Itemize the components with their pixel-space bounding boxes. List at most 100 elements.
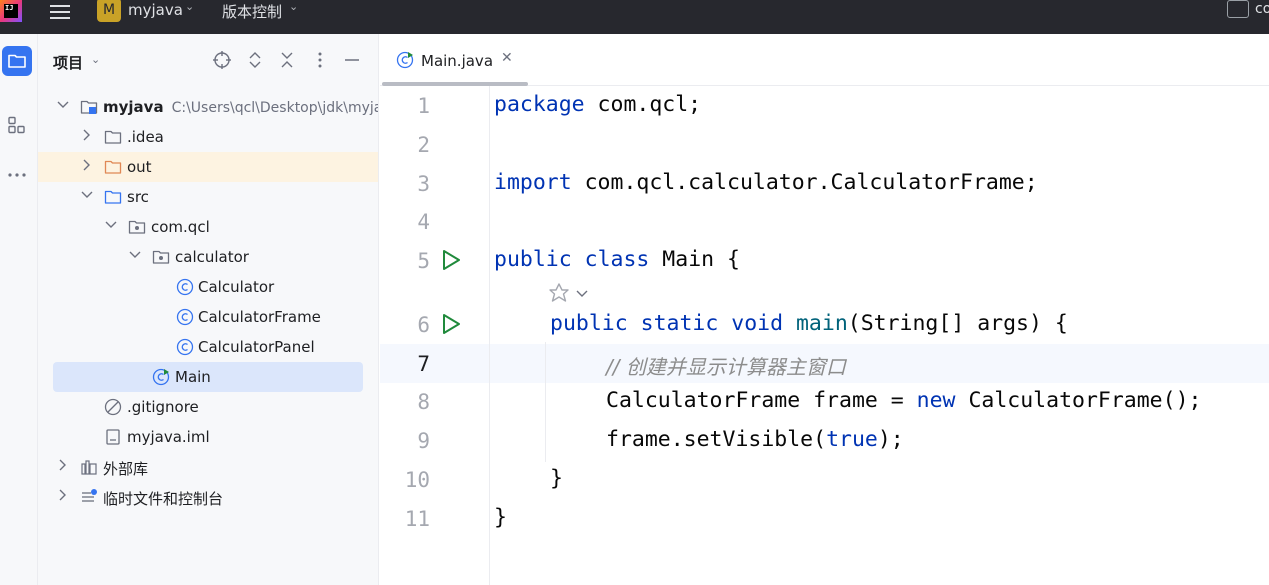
excluded-folder-icon xyxy=(104,160,122,174)
tree-item-myjava[interactable]: myjava C:\Users\qcl\Desktop\jdk\myjava xyxy=(38,92,379,122)
line-number[interactable]: 11 xyxy=(380,507,430,531)
tree-item-main-class[interactable]: Main xyxy=(38,362,378,392)
main-menu-icon[interactable] xyxy=(50,1,72,21)
tree-item-label: myjava.iml xyxy=(127,428,210,446)
ai-assistant-inlay-icon[interactable] xyxy=(548,282,594,306)
project-badge[interactable]: M xyxy=(97,0,121,22)
code-line-9[interactable]: frame.setVisible(true); xyxy=(606,427,904,452)
line-number[interactable]: 10 xyxy=(380,468,430,492)
window-icon[interactable] xyxy=(1227,0,1249,18)
source-folder-icon xyxy=(104,190,122,204)
chevron-down-icon[interactable]: ⌄ xyxy=(185,0,194,13)
gutter-separator xyxy=(489,86,490,585)
chevron-right-icon[interactable] xyxy=(56,458,70,472)
folder-icon xyxy=(8,54,26,68)
tree-item-label: 临时文件和控制台 xyxy=(103,490,224,508)
project-panel: 项目 ⌄ myjava C:\Users\qcl\Desktop\jdk\myj… xyxy=(38,34,379,585)
more-tools-button[interactable] xyxy=(2,160,32,190)
vcs-dropdown[interactable]: 版本控制 xyxy=(222,1,282,22)
package-icon xyxy=(152,250,170,264)
tab-main-java[interactable]: Main.java ✕ xyxy=(380,34,528,86)
intellij-logo-icon[interactable]: IJ xyxy=(0,0,22,22)
project-tool-button[interactable] xyxy=(2,46,32,76)
line-number[interactable]: 3 xyxy=(380,172,430,196)
tree-item-label: src xyxy=(127,188,149,206)
line-number[interactable]: 8 xyxy=(380,390,430,414)
module-path: C:\Users\qcl\Desktop\jdk\myjava xyxy=(171,100,379,116)
chevron-right-icon[interactable] xyxy=(80,158,94,172)
tree-item-label: .gitignore xyxy=(127,398,199,416)
code-line-1[interactable]: package com.qcl; xyxy=(494,92,701,117)
tree-item-calculator-class[interactable]: Calculator xyxy=(38,272,378,302)
tree-item-gitignore[interactable]: .gitignore xyxy=(38,392,378,422)
active-tab-indicator xyxy=(382,82,528,86)
locate-icon[interactable] xyxy=(212,50,232,70)
expand-all-icon[interactable] xyxy=(245,50,265,70)
chevron-down-icon[interactable]: ⌄ xyxy=(289,0,298,13)
tree-item-external-libraries[interactable]: 外部库 xyxy=(38,452,378,482)
line-number[interactable]: 2 xyxy=(380,133,430,157)
iml-file-icon xyxy=(106,429,120,445)
tree-item-label: myjava xyxy=(103,98,164,116)
tree-item-label: calculator xyxy=(175,248,249,266)
chevron-down-icon[interactable] xyxy=(56,98,70,112)
line-number[interactable]: 9 xyxy=(380,429,430,453)
tree-item-label: CalculatorFrame xyxy=(198,308,321,326)
chevron-down-icon[interactable] xyxy=(104,218,118,232)
runnable-class-icon xyxy=(396,51,414,69)
class-icon xyxy=(176,338,194,356)
chevron-down-icon[interactable] xyxy=(80,188,94,202)
project-view-selector[interactable]: 项目 xyxy=(53,52,83,73)
more-icon xyxy=(8,173,26,177)
chevron-right-icon[interactable] xyxy=(56,488,70,502)
code-line-8[interactable]: CalculatorFrame frame = new CalculatorFr… xyxy=(606,388,1201,413)
tree-item-scratches[interactable]: 临时文件和控制台 xyxy=(38,482,378,512)
tree-item-label: Main xyxy=(175,368,211,386)
tree-item-calculator[interactable]: calculator xyxy=(38,242,378,272)
code-line-11[interactable]: } xyxy=(494,505,507,530)
tree-item-label: CalculatorPanel xyxy=(198,338,315,356)
editor-tab-bar: Main.java ✕ xyxy=(380,34,1269,86)
code-editor[interactable]: Main.java ✕ 1 2 3 4 5 6 7 8 9 10 11 pack… xyxy=(380,34,1269,585)
tree-item-myjava-iml[interactable]: myjava.iml xyxy=(38,422,378,452)
tree-item-label: 外部库 xyxy=(103,460,149,478)
line-number[interactable]: 4 xyxy=(380,210,430,234)
line-number[interactable]: 7 xyxy=(380,352,430,376)
code-line-7[interactable]: // 创建并显示计算器主窗口 xyxy=(606,351,846,380)
module-folder-icon xyxy=(80,100,98,114)
hide-icon[interactable] xyxy=(342,50,362,70)
tree-item-calculatorframe-class[interactable]: CalculatorFrame xyxy=(38,302,378,332)
code-line-3[interactable]: import com.qcl.calculator.CalculatorFram… xyxy=(494,170,1038,195)
tree-item-calculatorpanel-class[interactable]: CalculatorPanel xyxy=(38,332,378,362)
run-icon[interactable] xyxy=(440,249,462,271)
tree-item-src[interactable]: src xyxy=(38,182,378,212)
structure-icon xyxy=(8,116,25,134)
tree-item-idea[interactable]: .idea xyxy=(38,122,378,152)
chevron-down-icon[interactable] xyxy=(128,248,142,262)
chevron-down-icon[interactable]: ⌄ xyxy=(91,53,100,66)
code-line-10[interactable]: } xyxy=(550,466,563,491)
library-icon xyxy=(81,460,97,475)
tree-item-label: Calculator xyxy=(198,278,275,296)
run-icon[interactable] xyxy=(440,313,462,335)
tree-item-out[interactable]: out xyxy=(38,152,378,182)
line-number[interactable]: 1 xyxy=(380,94,430,118)
tree-item-com-qcl[interactable]: com.qcl xyxy=(38,212,378,242)
class-icon xyxy=(176,308,194,326)
code-line-5[interactable]: public class Main { xyxy=(494,247,740,272)
chevron-right-icon[interactable] xyxy=(80,128,94,142)
class-icon xyxy=(176,278,194,296)
close-icon[interactable]: ✕ xyxy=(501,50,513,66)
package-icon xyxy=(128,220,146,234)
line-number[interactable]: 6 xyxy=(380,313,430,337)
collapse-all-icon[interactable] xyxy=(277,50,297,70)
titlebar-right-text[interactable]: co xyxy=(1255,1,1269,17)
options-icon[interactable] xyxy=(310,50,330,70)
structure-tool-button[interactable] xyxy=(2,110,32,140)
code-line-6[interactable]: public static void main(String[] args) { xyxy=(550,311,1068,336)
line-number[interactable]: 5 xyxy=(380,249,430,273)
folder-icon xyxy=(104,130,122,144)
tree-item-label: com.qcl xyxy=(151,218,210,236)
project-name-dropdown[interactable]: myjava xyxy=(128,1,183,19)
indent-guide xyxy=(545,342,546,462)
